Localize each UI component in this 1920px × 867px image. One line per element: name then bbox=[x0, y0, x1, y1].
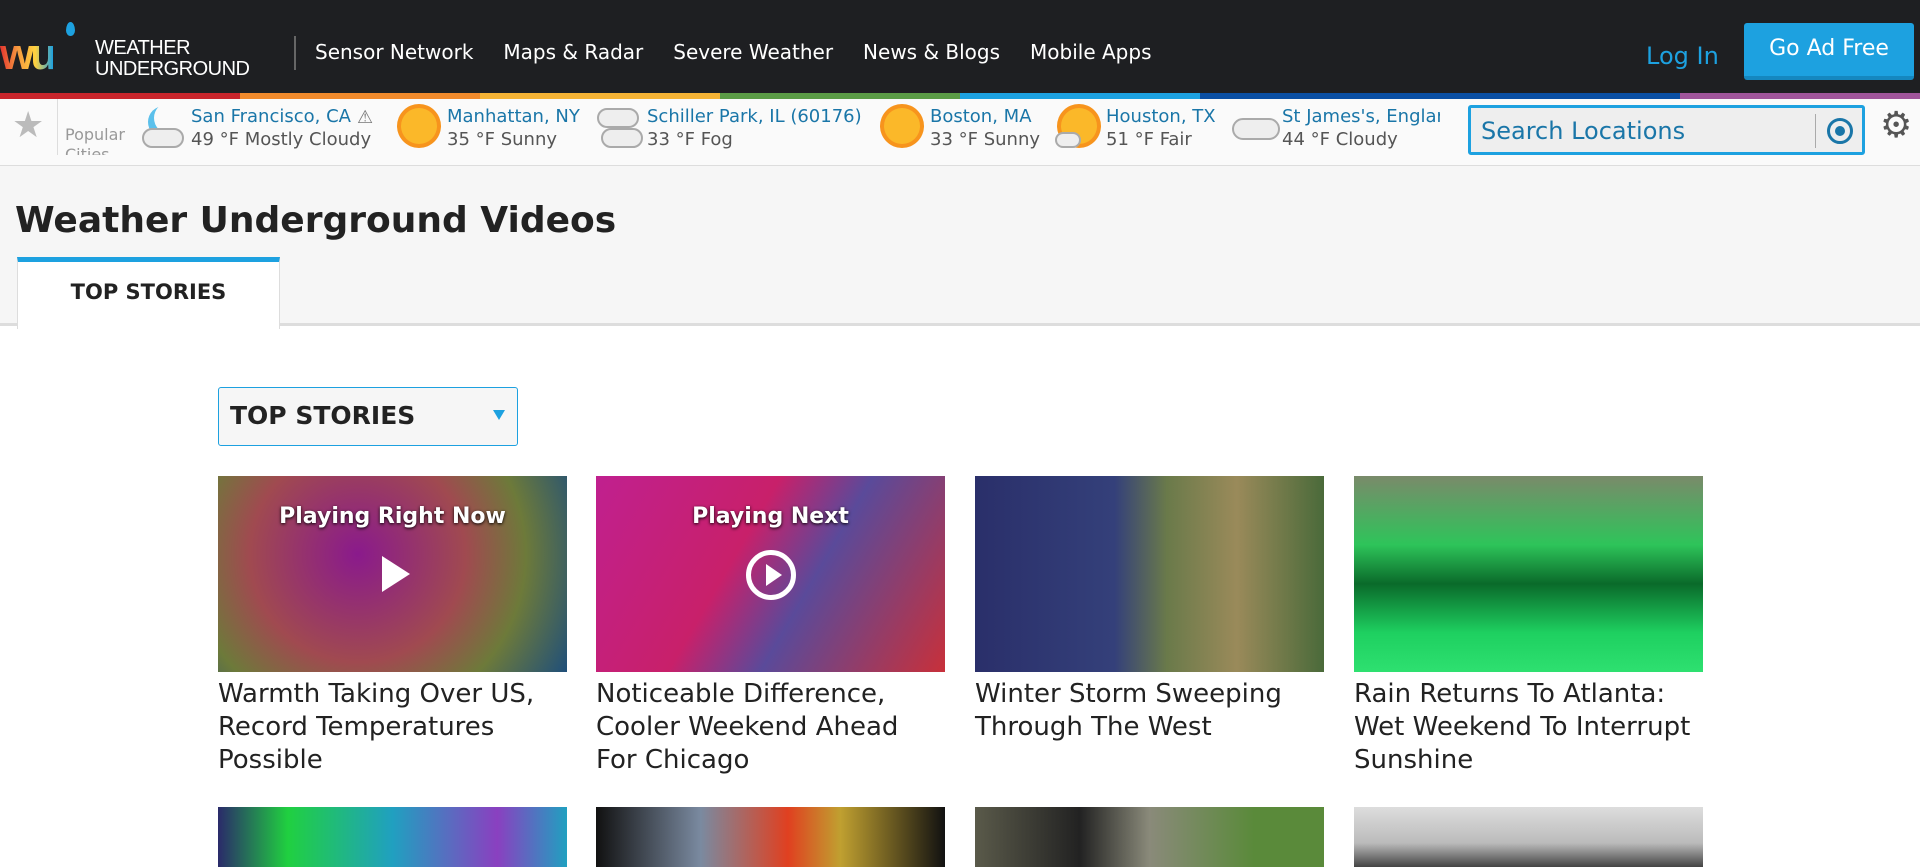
locate-me-icon[interactable] bbox=[1827, 118, 1853, 144]
nav-mobile-apps[interactable]: Mobile Apps bbox=[1030, 40, 1151, 64]
sun-cloud-icon bbox=[1055, 102, 1105, 152]
video-thumbnail[interactable] bbox=[975, 807, 1324, 867]
city-conditions: 44 °F Cloudy bbox=[1282, 129, 1398, 150]
city-name[interactable]: San Francisco, CA bbox=[191, 105, 371, 128]
popular-cities-label: Popular Cities bbox=[65, 125, 125, 155]
page-header: Weather Underground Videos TOP STORIES bbox=[0, 166, 1920, 329]
sun-icon bbox=[878, 102, 928, 152]
city-name[interactable]: St James's, England bbox=[1282, 105, 1440, 128]
play-circle-icon[interactable] bbox=[746, 550, 796, 600]
video-card[interactable]: Playing Right Now Warmth Taking Over US,… bbox=[218, 476, 567, 777]
city-name[interactable]: Boston, MA bbox=[930, 105, 1040, 128]
video-title[interactable]: Winter Storm Sweeping Through The West bbox=[975, 678, 1324, 744]
city-conditions: 49 °F Mostly Cloudy bbox=[191, 129, 372, 150]
chevron-down-icon bbox=[493, 410, 505, 426]
search-locations-input[interactable]: Search Locations bbox=[1468, 105, 1865, 155]
weather-underground-logo[interactable]: wu WEATHER UNDERGROUND bbox=[0, 22, 265, 82]
playing-now-label: Playing Right Now bbox=[279, 504, 506, 529]
category-dropdown[interactable]: TOP STORIES bbox=[218, 387, 518, 446]
city-name[interactable]: Manhattan, NY bbox=[447, 105, 580, 128]
video-thumbnail[interactable] bbox=[1354, 807, 1703, 867]
video-title[interactable]: Noticeable Difference, Cooler Weekend Ah… bbox=[596, 678, 945, 777]
city-item[interactable]: San Francisco, CA 49 °F Mostly Cloudy bbox=[191, 105, 371, 151]
city-item[interactable]: Manhattan, NY 35 °F Sunny bbox=[447, 105, 580, 151]
dropdown-value: TOP STORIES bbox=[230, 401, 416, 430]
video-thumbnail[interactable] bbox=[596, 807, 945, 867]
city-item[interactable]: Schiller Park, IL (60176) 33 °F Fog bbox=[647, 105, 862, 151]
fog-icon bbox=[595, 102, 645, 152]
video-title[interactable]: Rain Returns To Atlanta: Wet Weekend To … bbox=[1354, 678, 1703, 777]
tab-top-stories[interactable]: TOP STORIES bbox=[17, 257, 280, 329]
sun-icon bbox=[395, 102, 445, 152]
city-name[interactable]: Schiller Park, IL (60176) bbox=[647, 105, 862, 128]
logo-text: WEATHER UNDERGROUND bbox=[95, 37, 250, 80]
video-card[interactable]: Playing Next Noticeable Difference, Cool… bbox=[596, 476, 945, 777]
divider bbox=[1815, 114, 1816, 148]
popular-cities-bar: ★ Popular Cities San Francisco, CA 49 °F … bbox=[0, 99, 1920, 166]
video-thumbnail[interactable]: Playing Right Now bbox=[218, 476, 567, 672]
divider bbox=[57, 99, 58, 155]
video-title[interactable]: Warmth Taking Over US, Record Temperatur… bbox=[218, 678, 567, 777]
video-card[interactable]: Winter Storm Sweeping Through The West bbox=[975, 476, 1324, 744]
top-header: wu WEATHER UNDERGROUND Sensor Network Map… bbox=[0, 0, 1920, 93]
main-nav: Sensor Network Maps & Radar Severe Weath… bbox=[315, 40, 1152, 64]
city-item[interactable]: Houston, TX 51 °F Fair bbox=[1106, 105, 1216, 151]
gear-icon[interactable]: ⚙ bbox=[1880, 105, 1912, 146]
divider bbox=[294, 36, 296, 70]
nav-sensor-network[interactable]: Sensor Network bbox=[315, 40, 473, 64]
city-conditions: 33 °F Sunny bbox=[930, 129, 1041, 150]
playing-next-label: Playing Next bbox=[692, 504, 849, 529]
nav-severe-weather[interactable]: Severe Weather bbox=[673, 40, 833, 64]
nav-maps-radar[interactable]: Maps & Radar bbox=[503, 40, 643, 64]
video-thumbnail[interactable]: Playing Next bbox=[596, 476, 945, 672]
play-icon[interactable] bbox=[382, 556, 410, 592]
moon-cloud-icon bbox=[140, 102, 190, 152]
login-link[interactable]: Log In bbox=[1646, 42, 1719, 70]
nav-news-blogs[interactable]: News & Blogs bbox=[863, 40, 1000, 64]
page-title: Weather Underground Videos bbox=[15, 200, 617, 241]
video-card[interactable]: Rain Returns To Atlanta: Wet Weekend To … bbox=[1354, 476, 1703, 777]
video-thumbnail[interactable] bbox=[218, 807, 567, 867]
city-conditions: 51 °F Fair bbox=[1106, 129, 1192, 150]
city-item[interactable]: St James's, England44 °F Cloudy bbox=[1282, 105, 1440, 151]
city-name[interactable]: Houston, TX bbox=[1106, 105, 1216, 128]
star-icon[interactable]: ★ bbox=[12, 105, 44, 146]
city-conditions: 35 °F Sunny bbox=[447, 129, 558, 150]
city-item[interactable]: Boston, MA 33 °F Sunny bbox=[930, 105, 1040, 151]
wu-logo-mark: wu bbox=[0, 30, 57, 79]
alert-icon[interactable]: ⚠ bbox=[357, 107, 373, 128]
go-ad-free-button[interactable]: Go Ad Free bbox=[1744, 23, 1914, 80]
video-thumbnail[interactable] bbox=[975, 476, 1324, 672]
search-placeholder: Search Locations bbox=[1481, 117, 1686, 145]
city-conditions: 33 °F Fog bbox=[647, 129, 733, 150]
video-thumbnail[interactable] bbox=[1354, 476, 1703, 672]
cloud-icon bbox=[1230, 102, 1280, 152]
drop-icon bbox=[66, 22, 75, 36]
